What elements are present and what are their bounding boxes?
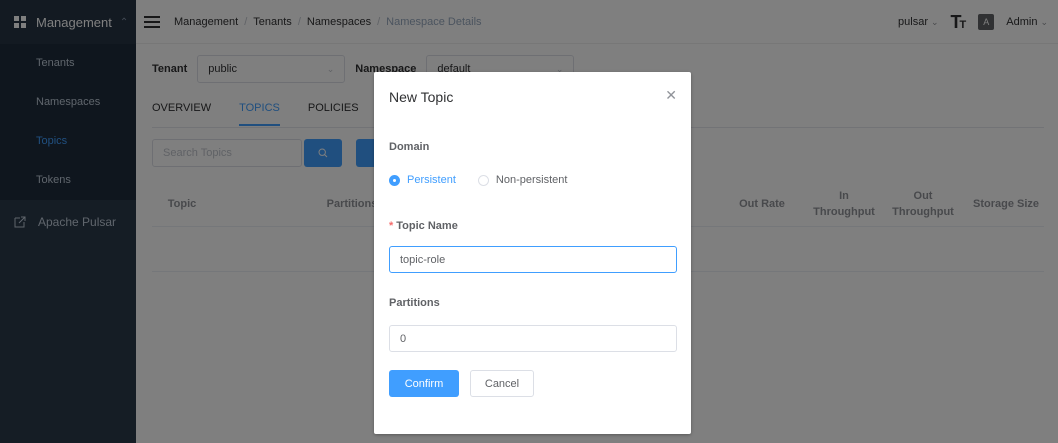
dialog-title: New Topic	[389, 89, 454, 105]
new-topic-dialog: New Topic ✕ Domain Persistent Non-persis…	[374, 72, 691, 434]
topic-name-label: * Topic Name	[389, 220, 458, 232]
close-icon[interactable]: ✕	[665, 87, 677, 104]
topic-name-input[interactable]	[389, 246, 677, 273]
domain-radio-group: Persistent Non-persistent	[389, 174, 589, 186]
radio-non-persistent[interactable]	[477, 174, 489, 186]
radio-non-persistent-label[interactable]: Non-persistent	[496, 174, 568, 186]
radio-persistent-label[interactable]: Persistent	[407, 174, 456, 186]
topic-name-label-text: Topic Name	[396, 220, 458, 232]
confirm-button[interactable]: Confirm	[389, 370, 459, 397]
partitions-input[interactable]	[389, 325, 677, 352]
domain-label: Domain	[389, 141, 430, 153]
radio-persistent[interactable]	[389, 174, 400, 186]
required-asterisk: *	[389, 220, 394, 232]
cancel-button[interactable]: Cancel	[470, 370, 534, 397]
partitions-label: Partitions	[389, 297, 440, 309]
